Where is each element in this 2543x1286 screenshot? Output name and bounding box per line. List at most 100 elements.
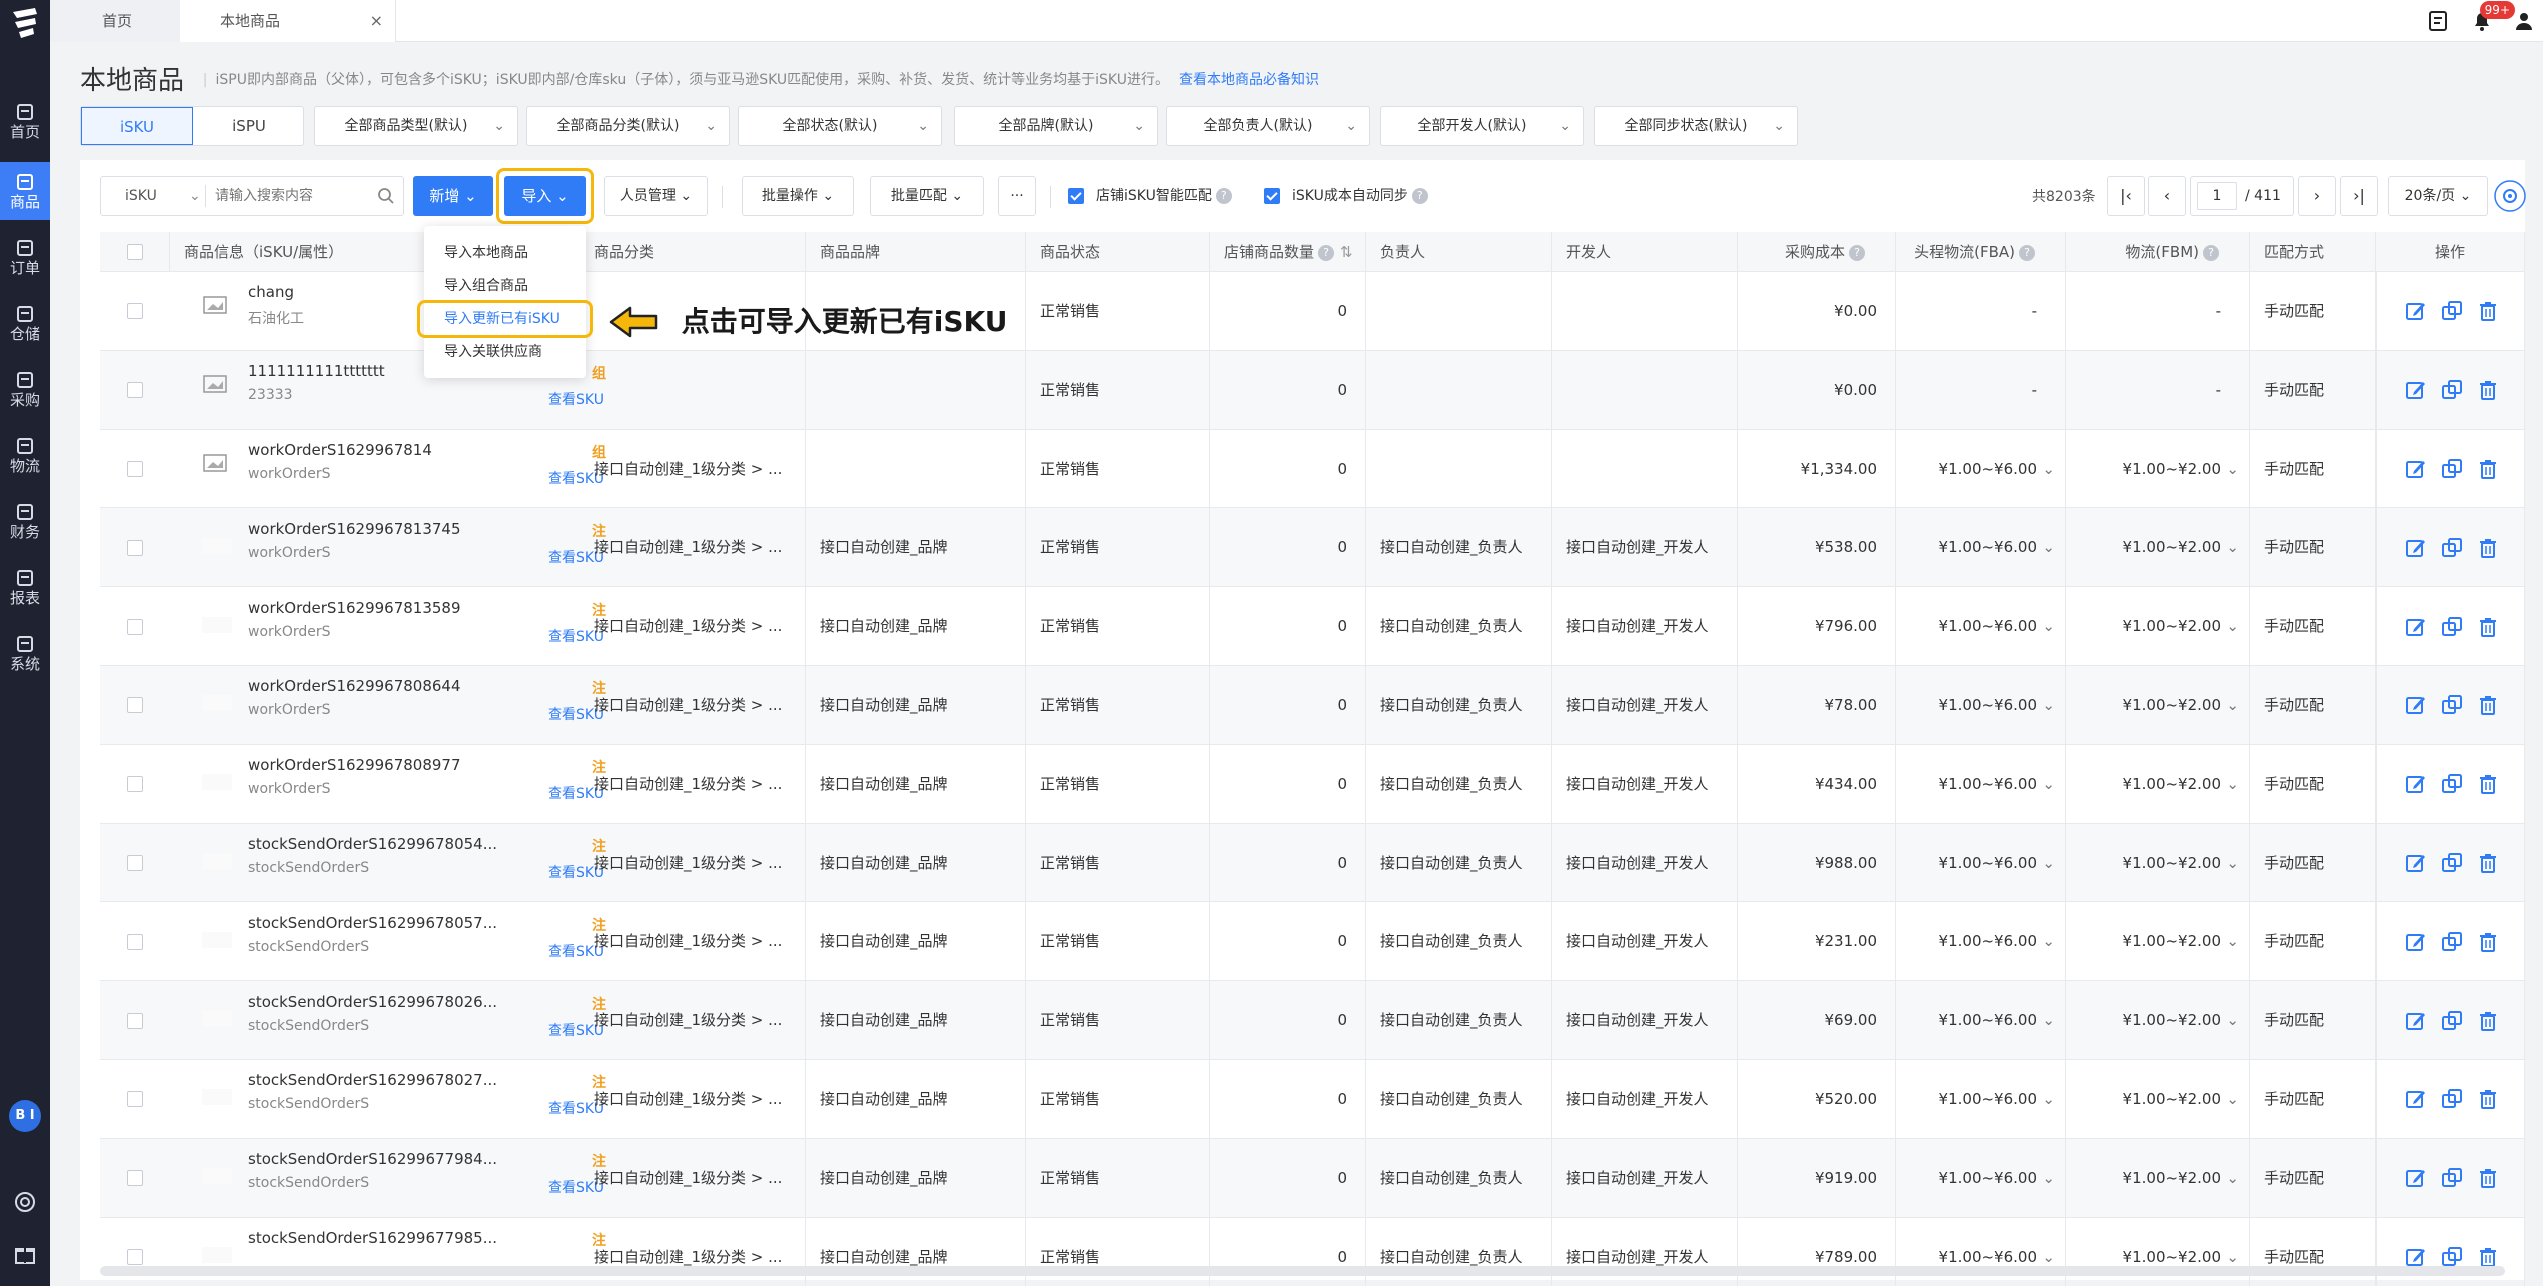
menu-item-import-supplier[interactable]: 导入关联供应商 <box>444 339 542 365</box>
page-number-input[interactable]: 1 <box>2197 182 2237 210</box>
row-checkbox[interactable] <box>127 539 143 556</box>
search-icon[interactable] <box>377 187 395 205</box>
chevron-down-icon[interactable]: ⌄ <box>2042 981 2055 1060</box>
product-name[interactable]: chang <box>248 283 294 301</box>
menu-item-import-combo[interactable]: 导入组合商品 <box>444 273 528 299</box>
edit-icon[interactable] <box>2405 1246 2427 1268</box>
help-icon[interactable]: ? <box>1215 188 1232 204</box>
product-name[interactable]: workOrderS1629967814 <box>248 441 432 459</box>
edit-icon[interactable] <box>2405 1167 2427 1189</box>
chevron-down-icon[interactable]: ⌄ <box>2042 745 2055 824</box>
chevron-down-icon[interactable]: ⌄ <box>2042 587 2055 666</box>
edit-icon[interactable] <box>2405 931 2427 953</box>
chevron-down-icon[interactable]: ⌄ <box>2042 1139 2055 1218</box>
chevron-down-icon[interactable]: ⌄ <box>2042 902 2055 981</box>
copy-icon[interactable] <box>2441 1088 2463 1110</box>
settings-icon[interactable] <box>2492 178 2528 214</box>
staff-management-button[interactable]: 人员管理 ⌄ <box>604 176 708 216</box>
chevron-down-icon[interactable]: ⌄ <box>2042 430 2055 509</box>
row-checkbox[interactable] <box>127 697 143 714</box>
product-name[interactable]: workOrderS1629967808644 <box>248 677 461 695</box>
copy-icon[interactable] <box>2441 458 2463 480</box>
batch-match-button[interactable]: 批量匹配 ⌄ <box>870 176 984 216</box>
headset-icon[interactable] <box>13 1190 37 1214</box>
copy-icon[interactable] <box>2441 1246 2463 1268</box>
copy-icon[interactable] <box>2441 300 2463 322</box>
delete-icon[interactable] <box>2477 300 2499 322</box>
product-name[interactable]: stockSendOrderS16299678057... <box>248 914 497 932</box>
page-size-select[interactable]: 20条/页 ⌄ <box>2388 176 2488 216</box>
filter-select-4[interactable]: 全部负责人(默认) ⌄ <box>1166 106 1370 146</box>
copy-icon[interactable] <box>2441 852 2463 874</box>
product-name[interactable]: 1111111111ttttttt <box>248 362 385 380</box>
new-button[interactable]: 新增 ⌄ <box>413 176 493 216</box>
chevron-down-icon[interactable]: ⌄ <box>2226 430 2239 509</box>
gift-icon[interactable] <box>13 1242 37 1266</box>
chevron-down-icon[interactable]: ⌄ <box>2226 745 2239 824</box>
edit-icon[interactable] <box>2405 300 2427 322</box>
row-checkbox[interactable] <box>127 460 143 477</box>
row-checkbox[interactable] <box>127 382 143 399</box>
delete-icon[interactable] <box>2477 1088 2499 1110</box>
chevron-down-icon[interactable]: ⌄ <box>2226 1060 2239 1139</box>
edit-icon[interactable] <box>2405 1010 2427 1032</box>
last-page-button[interactable]: ›| <box>2340 176 2378 216</box>
chevron-down-icon[interactable]: ⌄ <box>2226 824 2239 903</box>
ispu-tab[interactable]: iSPU <box>193 107 305 145</box>
sidebar-item-7[interactable]: 报表 <box>0 558 50 616</box>
chevron-down-icon[interactable]: ⌄ <box>2226 981 2239 1060</box>
edit-icon[interactable] <box>2405 537 2427 559</box>
product-name[interactable]: workOrderS1629967813745 <box>248 520 461 538</box>
app-logo-icon[interactable] <box>9 6 41 40</box>
bi-button[interactable]: B I <box>9 1100 41 1132</box>
copy-icon[interactable] <box>2441 616 2463 638</box>
delete-icon[interactable] <box>2477 616 2499 638</box>
copy-icon[interactable] <box>2441 537 2463 559</box>
search-input[interactable] <box>215 181 365 211</box>
smart-match-checkbox[interactable] <box>1068 188 1084 204</box>
edit-icon[interactable] <box>2405 1088 2427 1110</box>
copy-icon[interactable] <box>2441 694 2463 716</box>
more-button[interactable]: ··· <box>998 176 1036 216</box>
edit-icon[interactable] <box>2405 852 2427 874</box>
chevron-down-icon[interactable]: ⌄ <box>2226 1139 2239 1218</box>
search-type-select[interactable]: iSKU <box>125 177 157 215</box>
delete-icon[interactable] <box>2477 852 2499 874</box>
delete-icon[interactable] <box>2477 1010 2499 1032</box>
notes-icon[interactable] <box>2427 10 2449 32</box>
horizontal-scrollbar[interactable] <box>100 1266 2505 1276</box>
next-page-button[interactable]: › <box>2298 176 2336 216</box>
row-checkbox[interactable] <box>127 1091 143 1108</box>
edit-icon[interactable] <box>2405 458 2427 480</box>
chevron-down-icon[interactable]: ⌄ <box>2042 824 2055 903</box>
filter-select-2[interactable]: 全部状态(默认) ⌄ <box>738 106 942 146</box>
row-checkbox[interactable] <box>127 1012 143 1029</box>
row-checkbox[interactable] <box>127 933 143 950</box>
product-name[interactable]: stockSendOrderS16299678026... <box>248 993 497 1011</box>
filter-select-0[interactable]: 全部商品类型(默认) ⌄ <box>314 106 518 146</box>
product-name[interactable]: workOrderS1629967813589 <box>248 599 461 617</box>
edit-icon[interactable] <box>2405 379 2427 401</box>
delete-icon[interactable] <box>2477 1246 2499 1268</box>
help-icon[interactable]: ? <box>2203 244 2219 261</box>
sidebar-item-1[interactable]: 商品 <box>0 162 50 220</box>
row-checkbox[interactable] <box>127 1248 143 1265</box>
help-icon[interactable]: ? <box>1411 188 1428 204</box>
user-avatar-icon[interactable] <box>2513 10 2535 32</box>
sidebar-item-3[interactable]: 仓储 <box>0 294 50 352</box>
chevron-down-icon[interactable]: ⌄ <box>2226 666 2239 745</box>
product-name[interactable]: stockSendOrderS16299677985... <box>248 1229 497 1247</box>
delete-icon[interactable] <box>2477 773 2499 795</box>
sidebar-item-0[interactable]: 首页 <box>0 92 50 150</box>
tab-local-products[interactable]: 本地商品 × <box>180 0 396 42</box>
sidebar-item-2[interactable]: 订单 <box>0 228 50 286</box>
filter-select-1[interactable]: 全部商品分类(默认) ⌄ <box>526 106 730 146</box>
delete-icon[interactable] <box>2477 931 2499 953</box>
copy-icon[interactable] <box>2441 379 2463 401</box>
row-checkbox[interactable] <box>127 776 143 793</box>
product-name[interactable]: workOrderS1629967808977 <box>248 756 461 774</box>
filter-select-6[interactable]: 全部同步状态(默认) ⌄ <box>1594 106 1798 146</box>
cost-sync-checkbox[interactable] <box>1264 188 1280 204</box>
copy-icon[interactable] <box>2441 931 2463 953</box>
knowledge-link[interactable]: 查看本地商品必备知识 <box>1179 72 1319 88</box>
